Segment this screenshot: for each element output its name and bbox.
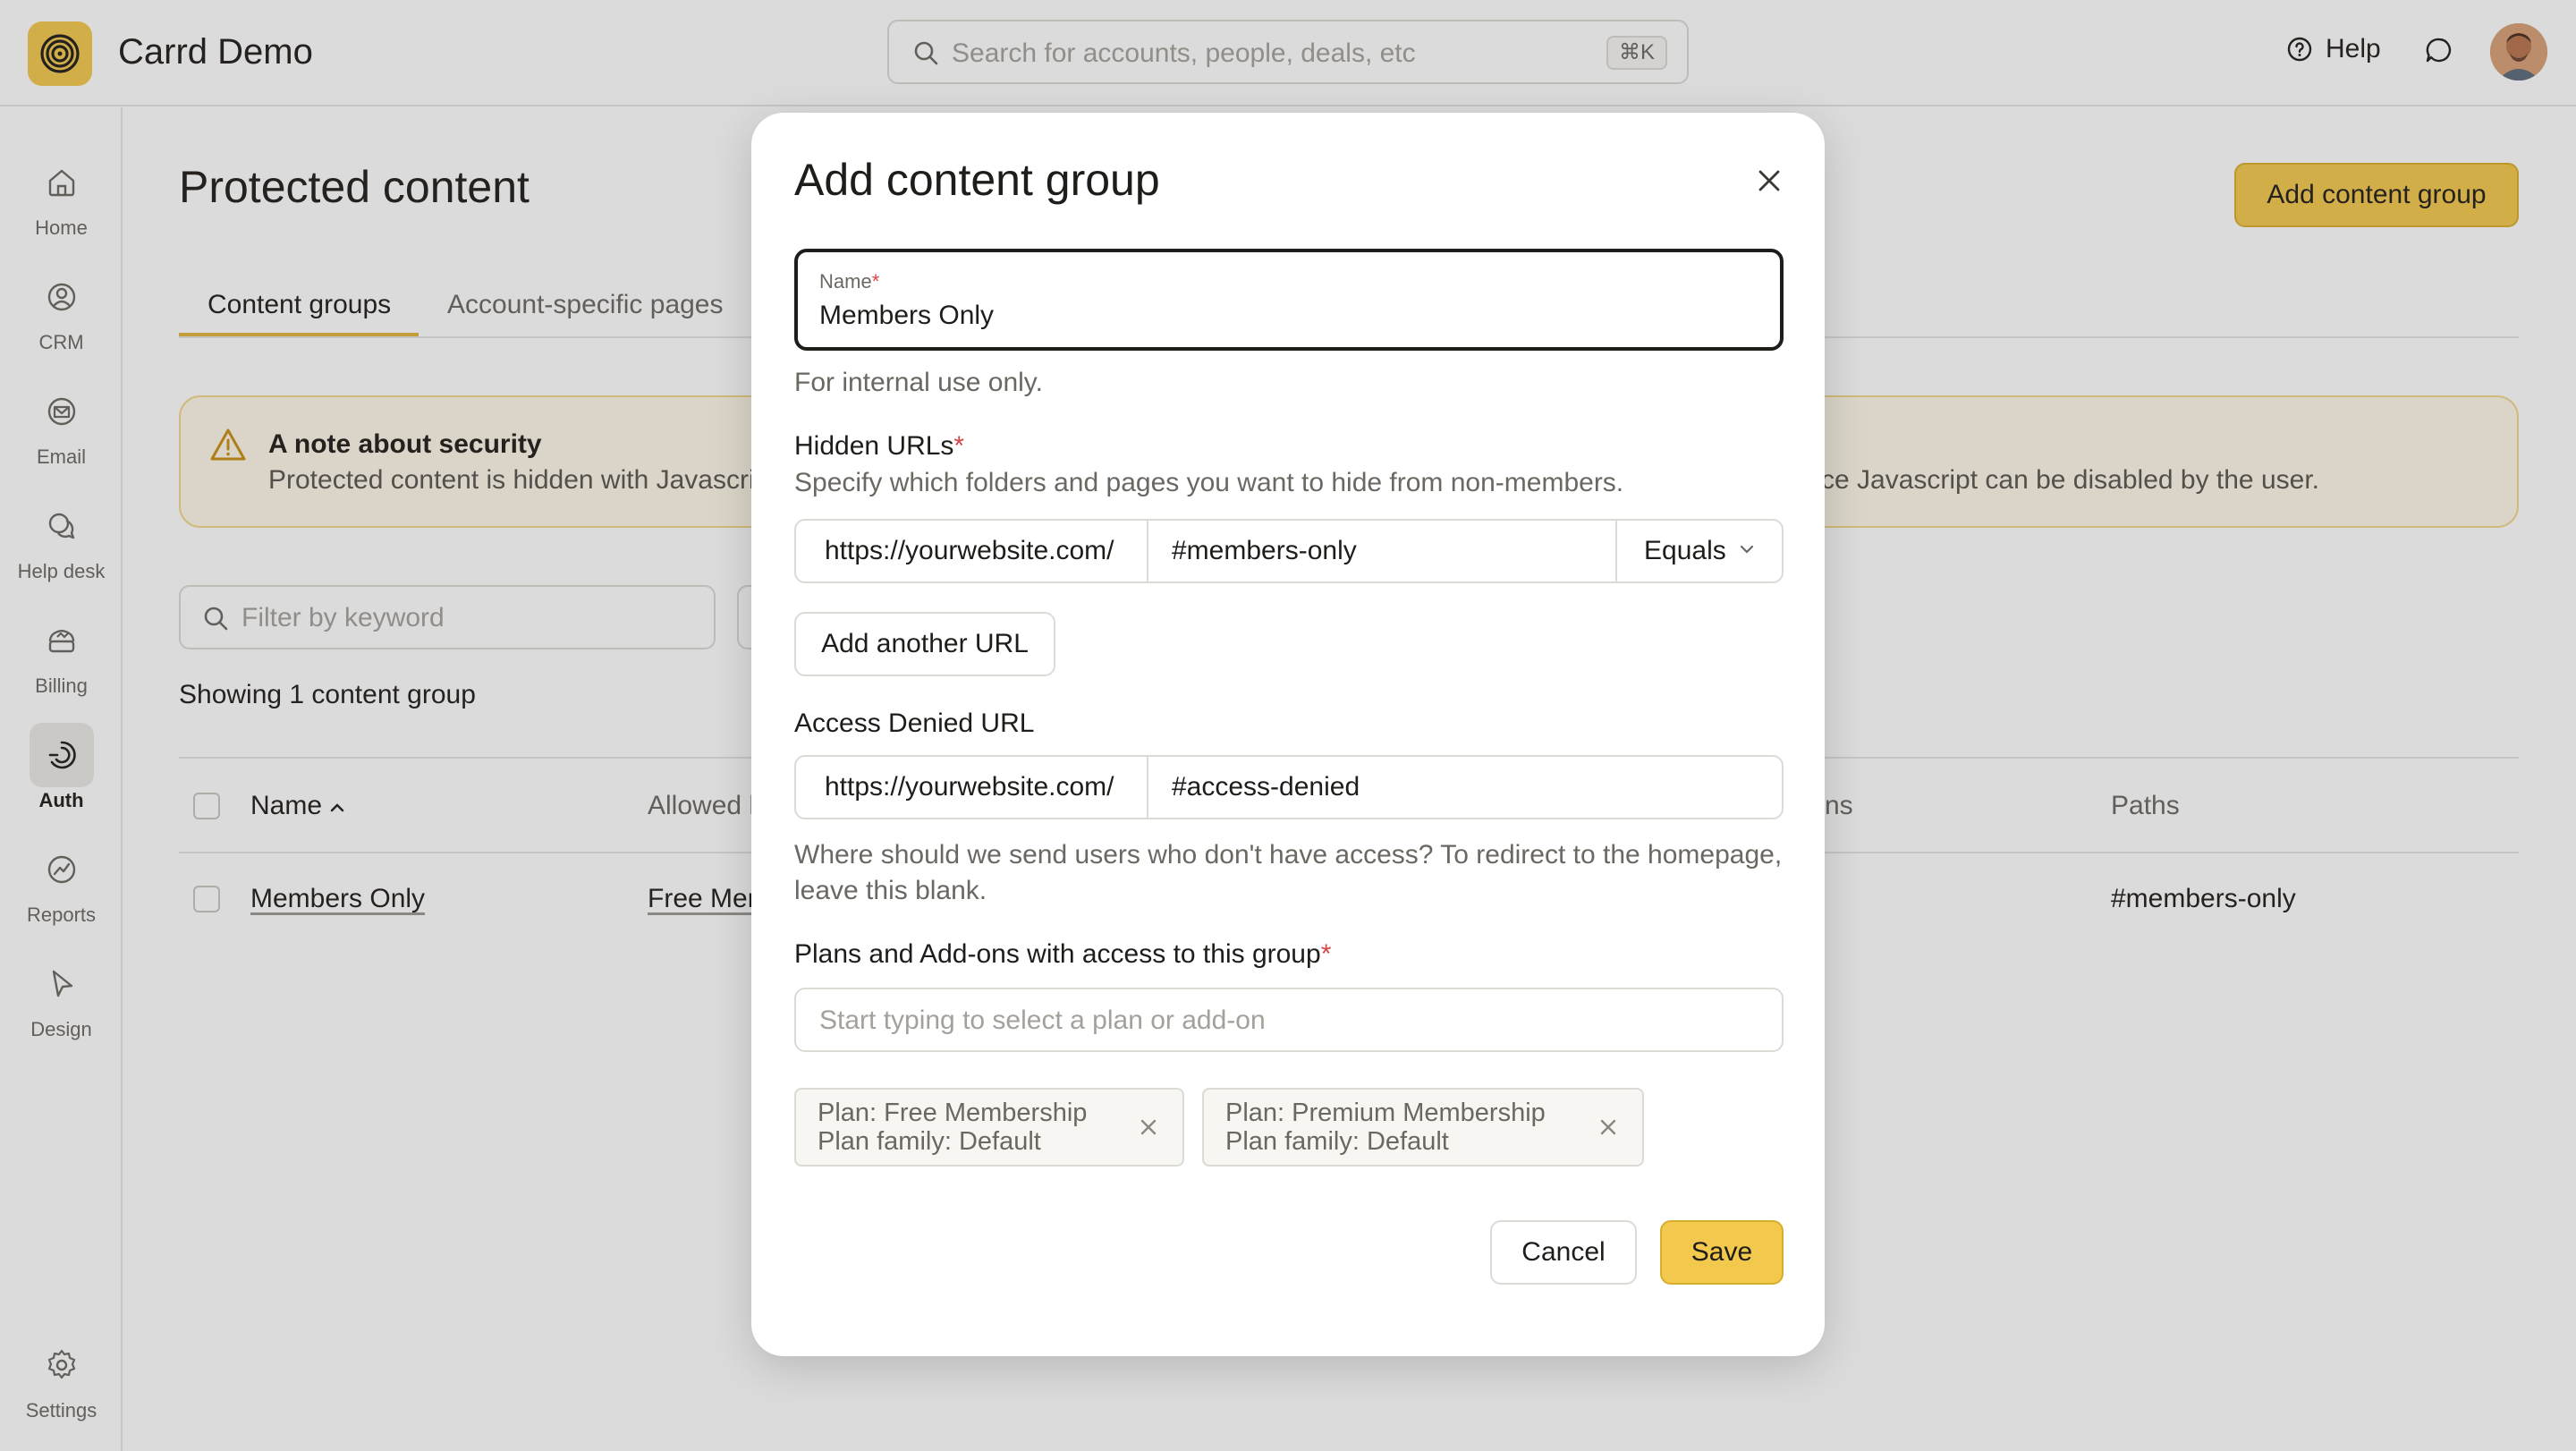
remove-chip-icon[interactable]: [1138, 1116, 1159, 1142]
plan-search-placeholder: Start typing to select a plan or add-on: [819, 1006, 1266, 1035]
access-denied-label: Access Denied URL: [794, 709, 1035, 738]
name-hint: For internal use only.: [794, 368, 1043, 397]
cancel-button[interactable]: Cancel: [1490, 1220, 1637, 1285]
remove-chip-icon[interactable]: [1597, 1116, 1619, 1142]
chip-plan-family: Plan family: Default: [1225, 1127, 1449, 1156]
name-field[interactable]: Name* Members Only: [794, 249, 1784, 351]
name-field-label: Name*: [819, 270, 880, 293]
hidden-urls-description: Specify which folders and pages you want…: [794, 468, 1624, 497]
plan-chip-free: Plan: Free Membership Plan family: Defau…: [794, 1088, 1184, 1167]
close-icon[interactable]: [1748, 159, 1791, 202]
plans-label: Plans and Add-ons with access to this gr…: [794, 939, 1332, 969]
chip-plan-family: Plan family: Default: [818, 1127, 1041, 1156]
hidden-url-row: https://yourwebsite.com/ #members-only E…: [794, 519, 1784, 583]
access-denied-hint-line-1: Where should we send users who don't hav…: [794, 840, 1783, 870]
hidden-url-path-input[interactable]: #members-only: [1172, 521, 1357, 581]
access-denied-url-row: https://yourwebsite.com/ #access-denied: [794, 755, 1784, 819]
plan-chip-premium: Plan: Premium Membership Plan family: De…: [1202, 1088, 1644, 1167]
dialog-title: Add content group: [794, 155, 1160, 205]
plan-search-input[interactable]: Start typing to select a plan or add-on: [794, 988, 1784, 1052]
chip-plan-name: Plan: Premium Membership: [1225, 1099, 1546, 1127]
app-root: Carrd Demo Search for accounts, people, …: [0, 0, 2576, 1451]
access-denied-prefix: https://yourwebsite.com/: [796, 757, 1148, 818]
chip-plan-name: Plan: Free Membership: [818, 1099, 1088, 1127]
hidden-url-prefix: https://yourwebsite.com/: [796, 521, 1148, 581]
name-field-value: Members Only: [819, 301, 995, 330]
add-content-group-dialog: Add content group Name* Members Only For…: [751, 113, 1825, 1356]
chevron-down-icon: [1740, 545, 1754, 554]
access-denied-path-input[interactable]: #access-denied: [1172, 757, 1360, 818]
match-type-select[interactable]: Equals: [1615, 521, 1782, 581]
save-button[interactable]: Save: [1660, 1220, 1784, 1285]
access-denied-hint-line-2: leave this blank.: [794, 876, 987, 905]
add-another-url-button[interactable]: Add another URL: [794, 612, 1055, 676]
hidden-urls-label: Hidden URLs*: [794, 431, 965, 461]
